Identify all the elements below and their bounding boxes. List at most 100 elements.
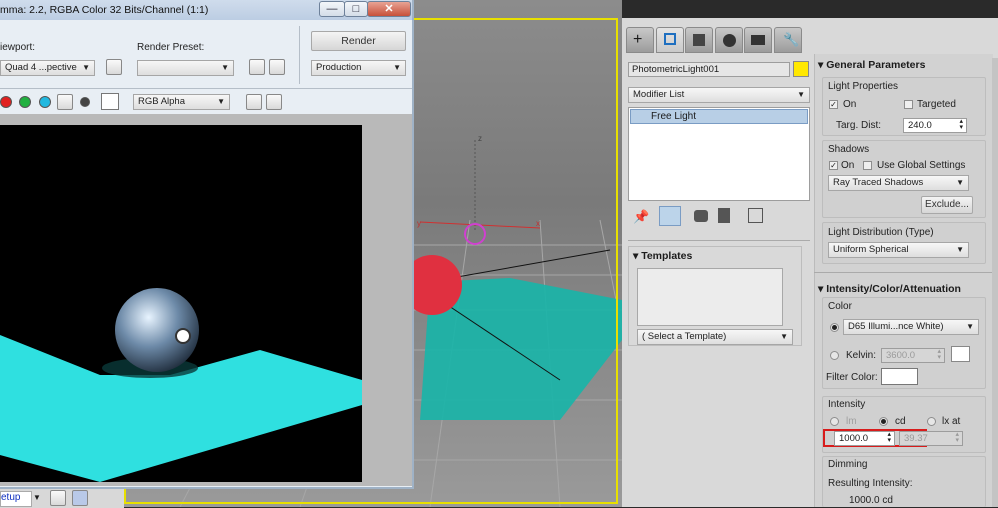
kelvin-spinner[interactable]: 3600.0 ▴ ▾ [881,348,945,363]
modifier-stack: Free Light [628,107,810,201]
setup-field[interactable]: etup [0,491,32,507]
environment-icon[interactable] [269,59,285,75]
minimize-button[interactable]: — [319,1,345,17]
use-global-checkbox[interactable] [863,161,872,170]
configure-sets-icon[interactable] [748,208,763,223]
alpha-channel-icon[interactable] [57,94,73,110]
light-distribution-group: Light Distribution (Type) Uniform Spheri… [822,222,986,264]
templates-rollout: ▾ Templates ( Select a Template) ▼ [628,246,802,346]
pin-stack-icon[interactable]: 📌 [633,209,649,225]
panel-scrollbar[interactable] [992,58,998,507]
kelvin-label: Kelvin: [846,350,877,361]
lx-radio[interactable] [927,417,936,426]
swatch-white[interactable] [101,93,119,110]
frame-title-bar: mma: 2.2, RGBA Color 32 Bits/Channel (1:… [0,0,412,20]
motion-tab[interactable] [715,27,743,53]
stack-item-free-light[interactable]: Free Light [630,109,808,124]
light-on-checkbox[interactable]: ✓ [829,100,838,109]
intensity-spinner[interactable]: 1000.0 ▴ ▾ [834,431,895,446]
maximize-button[interactable]: □ [344,1,368,17]
render-scene [0,288,362,482]
lx-spinner[interactable]: 39.37 ▴ ▾ [899,431,963,446]
lm-label: lm [846,416,857,427]
shadows-label: Shadows [828,144,870,155]
shadows-on-checkbox[interactable]: ✓ [829,161,838,170]
create-tab[interactable]: + [626,27,654,53]
render-preset-dropdown[interactable]: ▼ [137,60,234,76]
close-button[interactable]: ✕ [367,1,411,17]
viewport-dropdown[interactable]: Quad 4 ...pective ▼ [0,60,95,76]
command-panel: + 🔧 PhotometricLight001 Modifier List ▼ F… [622,18,998,507]
kelvin-color-swatch[interactable] [951,346,970,362]
cd-label: cd [895,416,906,427]
render-preset-label: Render Preset: [137,42,205,53]
channel-dropdown[interactable]: RGB Alpha ▼ [133,94,230,110]
render-button[interactable]: Render [311,31,406,51]
lock-icon[interactable] [106,59,122,75]
utilities-icon: 🔧 [783,32,800,47]
blue-channel-icon[interactable] [39,96,51,108]
targ-dist-spinner[interactable]: 240.0 ▴ ▾ [903,118,967,133]
modify-tab[interactable] [656,27,684,53]
shadow-type-dropdown[interactable]: Ray Traced Shadows ▼ [828,175,969,191]
monochrome-icon[interactable] [80,97,90,107]
scene-explorer-icon[interactable] [72,490,88,506]
shadows-on-label: On [841,160,855,171]
dimming-label: Dimming [828,459,868,470]
preset-radio[interactable] [830,323,839,332]
filter-color-swatch[interactable] [881,368,918,385]
intensity-label: Intensity [828,399,866,410]
shadows-group: Shadows ✓ On Use Global Settings Ray Tra… [822,140,986,218]
create-icon: + [633,31,643,48]
use-global-label: Use Global Settings [877,160,966,171]
green-channel-icon[interactable] [19,96,31,108]
display-icon [751,35,765,45]
lm-radio[interactable] [830,417,839,426]
red-channel-icon[interactable] [0,96,12,108]
modifier-list-dropdown[interactable]: Modifier List ▼ [628,87,810,103]
light-properties-group: Light Properties ✓ On Targeted Targ. Dis… [822,77,986,136]
modify-icon [664,33,676,45]
intensity-rollout-title[interactable]: ▾ Intensity/Color/Attenuation [818,283,961,295]
clone-frame-icon[interactable] [266,94,282,110]
resulting-intensity-label: Resulting Intensity: [828,478,913,489]
light-on-label: On [843,99,857,110]
exclude-button[interactable]: Exclude... [921,196,973,214]
show-end-result-icon[interactable] [659,206,681,226]
remove-modifier-icon[interactable] [718,208,730,223]
display-tab[interactable] [744,27,772,53]
display-toggle-icon[interactable] [246,94,262,110]
targ-dist-label: Targ. Dist: [836,120,882,131]
rendered-frame-window: mma: 2.2, RGBA Color 32 Bits/Channel (1:… [0,0,414,489]
intensity-group: Intensity lm cd lx at 1000.0 ▴ ▾ 39.37 ▴ ▾ [822,396,986,453]
kelvin-radio[interactable] [830,351,839,360]
utilities-tab[interactable]: 🔧 [774,27,802,53]
object-color-swatch[interactable] [793,61,809,77]
color-preset-dropdown[interactable]: D65 Illumi...nce White) ▼ [843,319,979,335]
make-unique-icon[interactable] [694,210,708,222]
dimming-group: Dimming Resulting Intensity: 1000.0 cd [822,456,986,507]
targeted-checkbox[interactable] [904,100,913,109]
layers-icon[interactable] [50,490,66,506]
color-label: Color [828,301,852,312]
targeted-label: Targeted [917,99,956,110]
production-dropdown[interactable]: Production ▼ [311,60,406,76]
light-properties-label: Light Properties [828,81,899,92]
templates-list[interactable] [637,268,783,326]
bottom-toolbar: etup ▼ [0,488,124,508]
chevron-down-icon[interactable]: ▼ [33,491,43,505]
object-name-field[interactable]: PhotometricLight001 [628,62,790,77]
window-title: mma: 2.2, RGBA Color 32 Bits/Channel (1:… [0,4,209,16]
distribution-dropdown[interactable]: Uniform Spherical ▼ [828,242,969,258]
filter-color-label: Filter Color: [826,372,878,383]
templates-title[interactable]: ▾ Templates [633,250,692,262]
hierarchy-tab[interactable] [685,27,713,53]
lx-at-label: lx at [942,416,961,427]
motion-icon [723,34,736,47]
distribution-label: Light Distribution (Type) [828,227,934,238]
general-parameters-title[interactable]: ▾ General Parameters [818,59,925,71]
cd-radio[interactable] [879,417,888,426]
render-setup-icon[interactable] [249,59,265,75]
resulting-intensity-value: 1000.0 cd [849,495,893,506]
template-dropdown[interactable]: ( Select a Template) ▼ [637,329,793,345]
